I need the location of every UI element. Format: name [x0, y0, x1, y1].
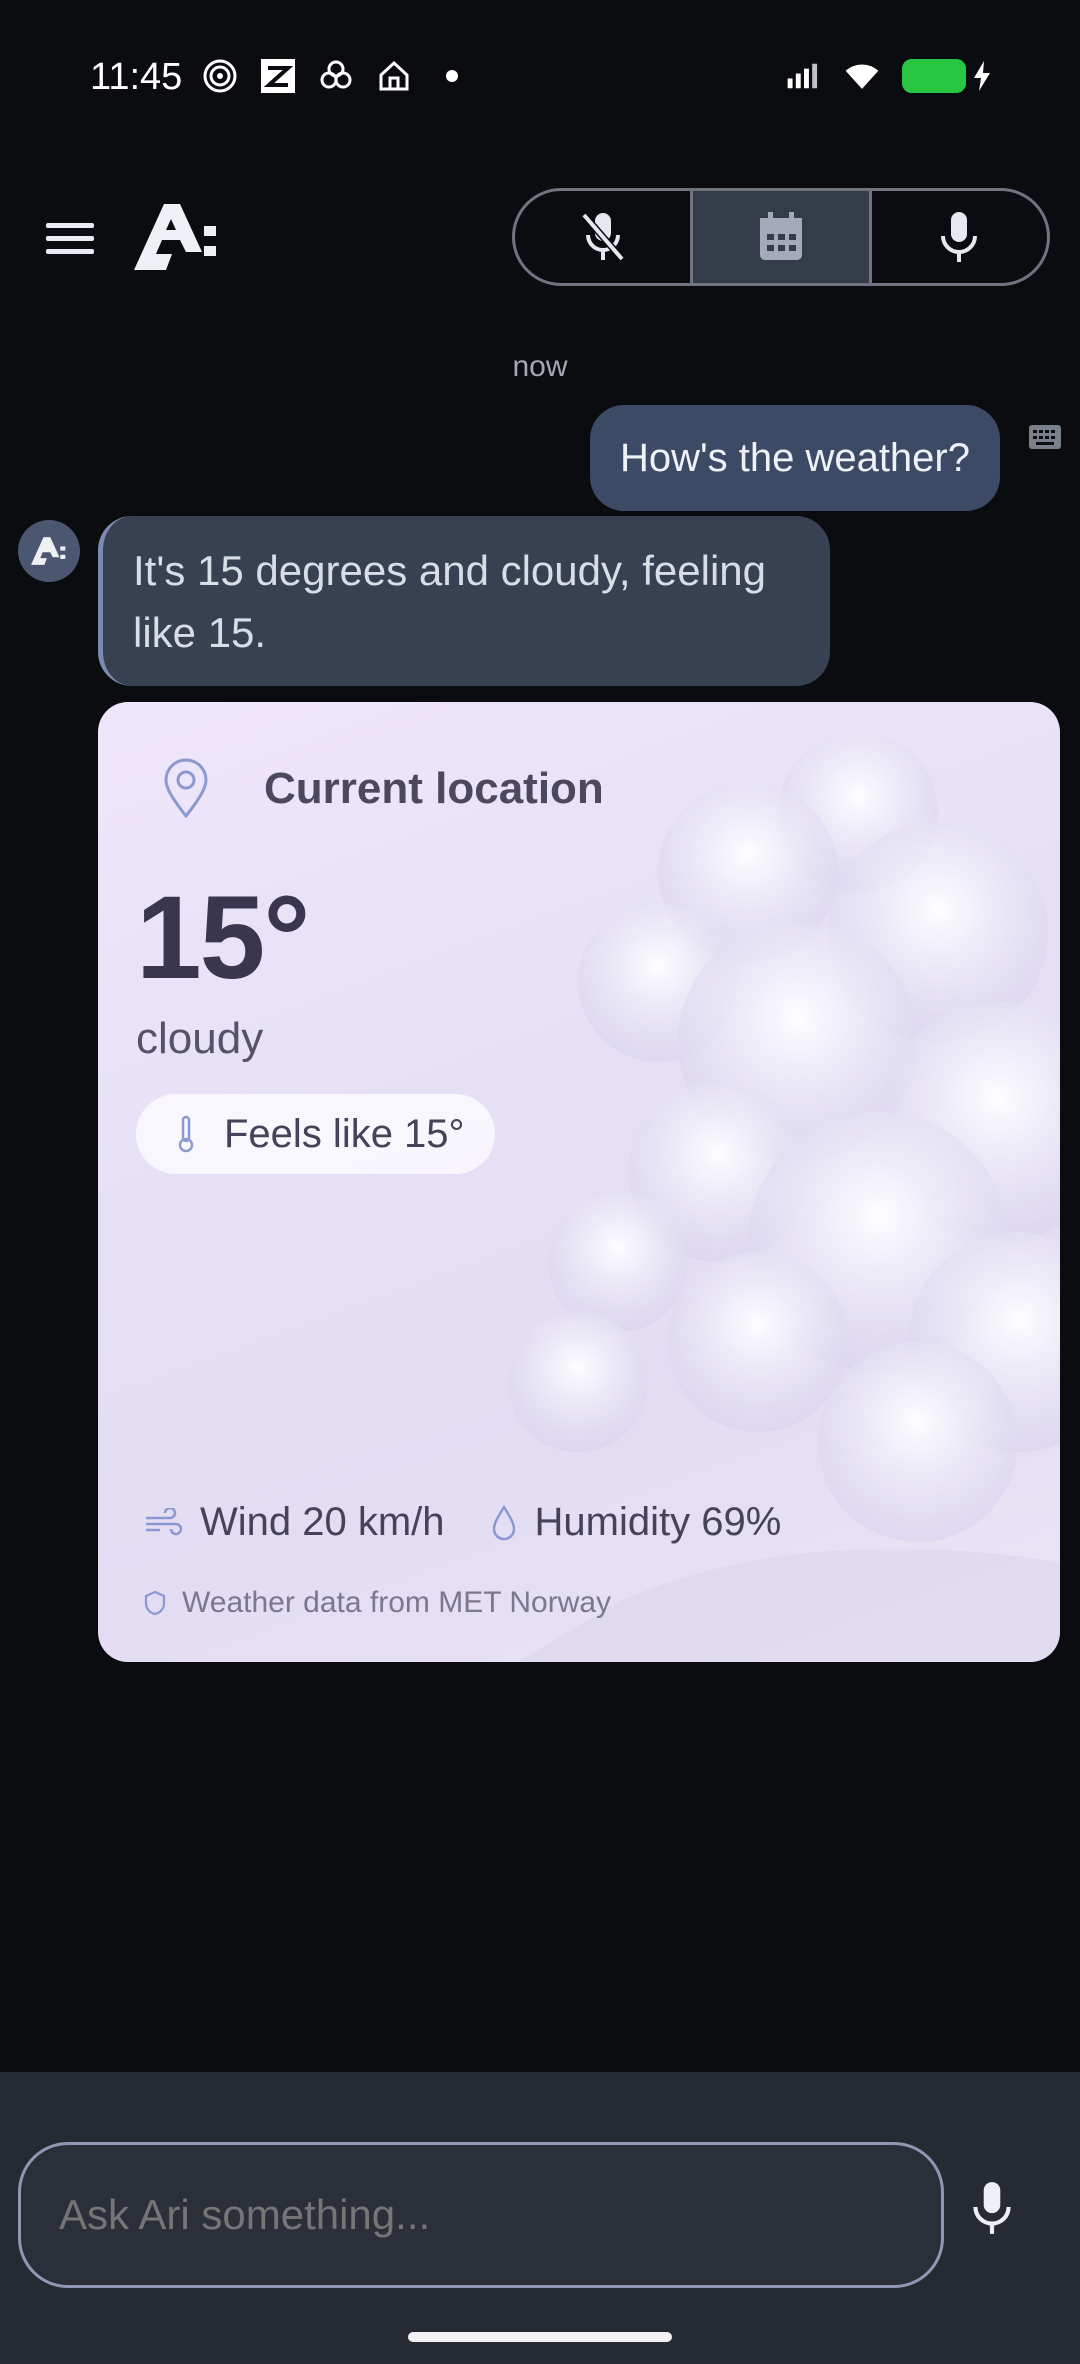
- home-indicator[interactable]: [408, 2332, 672, 2342]
- spiral-icon: [202, 58, 238, 94]
- keyboard-icon: [1028, 424, 1062, 452]
- mode-switcher: [512, 188, 1050, 286]
- weather-temperature: 15°: [136, 872, 310, 1004]
- message-timestamp: now: [512, 350, 568, 383]
- weather-source: Weather data from MET Norway: [144, 1586, 611, 1620]
- weather-location: Current location: [264, 764, 604, 813]
- weather-card[interactable]: Current location 15° cloudy Feels like 1…: [98, 702, 1060, 1662]
- mic-button[interactable]: [872, 191, 1047, 283]
- wind-icon: [146, 1507, 182, 1535]
- mic-off-icon: [581, 212, 625, 262]
- hamburger-icon[interactable]: [40, 215, 100, 265]
- wind-text: Wind 20 km/h: [200, 1500, 445, 1544]
- weather-condition: cloudy: [136, 1014, 264, 1063]
- composer-mic-button[interactable]: [970, 2180, 1034, 2252]
- dot-icon: [434, 58, 470, 94]
- ari-logo: [134, 202, 220, 272]
- ask-input[interactable]: [18, 2142, 944, 2288]
- humidity-text: Humidity 69%: [534, 1500, 782, 1544]
- wifi-icon: [844, 58, 880, 94]
- status-time: 11:45: [90, 56, 183, 98]
- feels-like-text: Feels like 15°: [224, 1111, 465, 1156]
- app-header: [0, 180, 1080, 300]
- screen: 11:45 now How's the weather? It's 15 deg…: [0, 0, 1080, 2364]
- mic-icon: [941, 212, 978, 262]
- zepp-icon: [260, 58, 296, 94]
- location-pin-icon: [162, 758, 210, 819]
- calendar-button[interactable]: [693, 191, 872, 283]
- user-message-bubble: How's the weather?: [589, 405, 1000, 511]
- status-icons-left: [202, 58, 470, 94]
- weather-source-text: Weather data from MET Norway: [182, 1586, 612, 1619]
- mic-icon: [973, 2182, 1011, 2234]
- droplet-icon: [492, 1504, 515, 1540]
- status-icons-right: [786, 58, 992, 94]
- openai-icon: [318, 58, 354, 94]
- wind-metric: Wind 20 km/h: [144, 1500, 445, 1545]
- shield-icon: [144, 1590, 166, 1616]
- signal-icon: [786, 58, 822, 94]
- ari-avatar: [18, 520, 80, 582]
- battery-charging-icon: [902, 59, 992, 93]
- feels-like-chip: Feels like 15°: [136, 1094, 495, 1174]
- humidity-metric: Humidity 69%: [491, 1500, 782, 1545]
- status-bar: 11:45: [0, 0, 1080, 160]
- home-icon: [376, 58, 412, 94]
- assistant-message-bubble: It's 15 degrees and cloudy, feeling like…: [98, 516, 830, 686]
- calendar-icon: [759, 212, 802, 260]
- thermometer-icon: [178, 1115, 194, 1153]
- mic-off-button[interactable]: [515, 191, 694, 283]
- weather-metrics: Wind 20 km/h Humidity 69%: [144, 1500, 827, 1545]
